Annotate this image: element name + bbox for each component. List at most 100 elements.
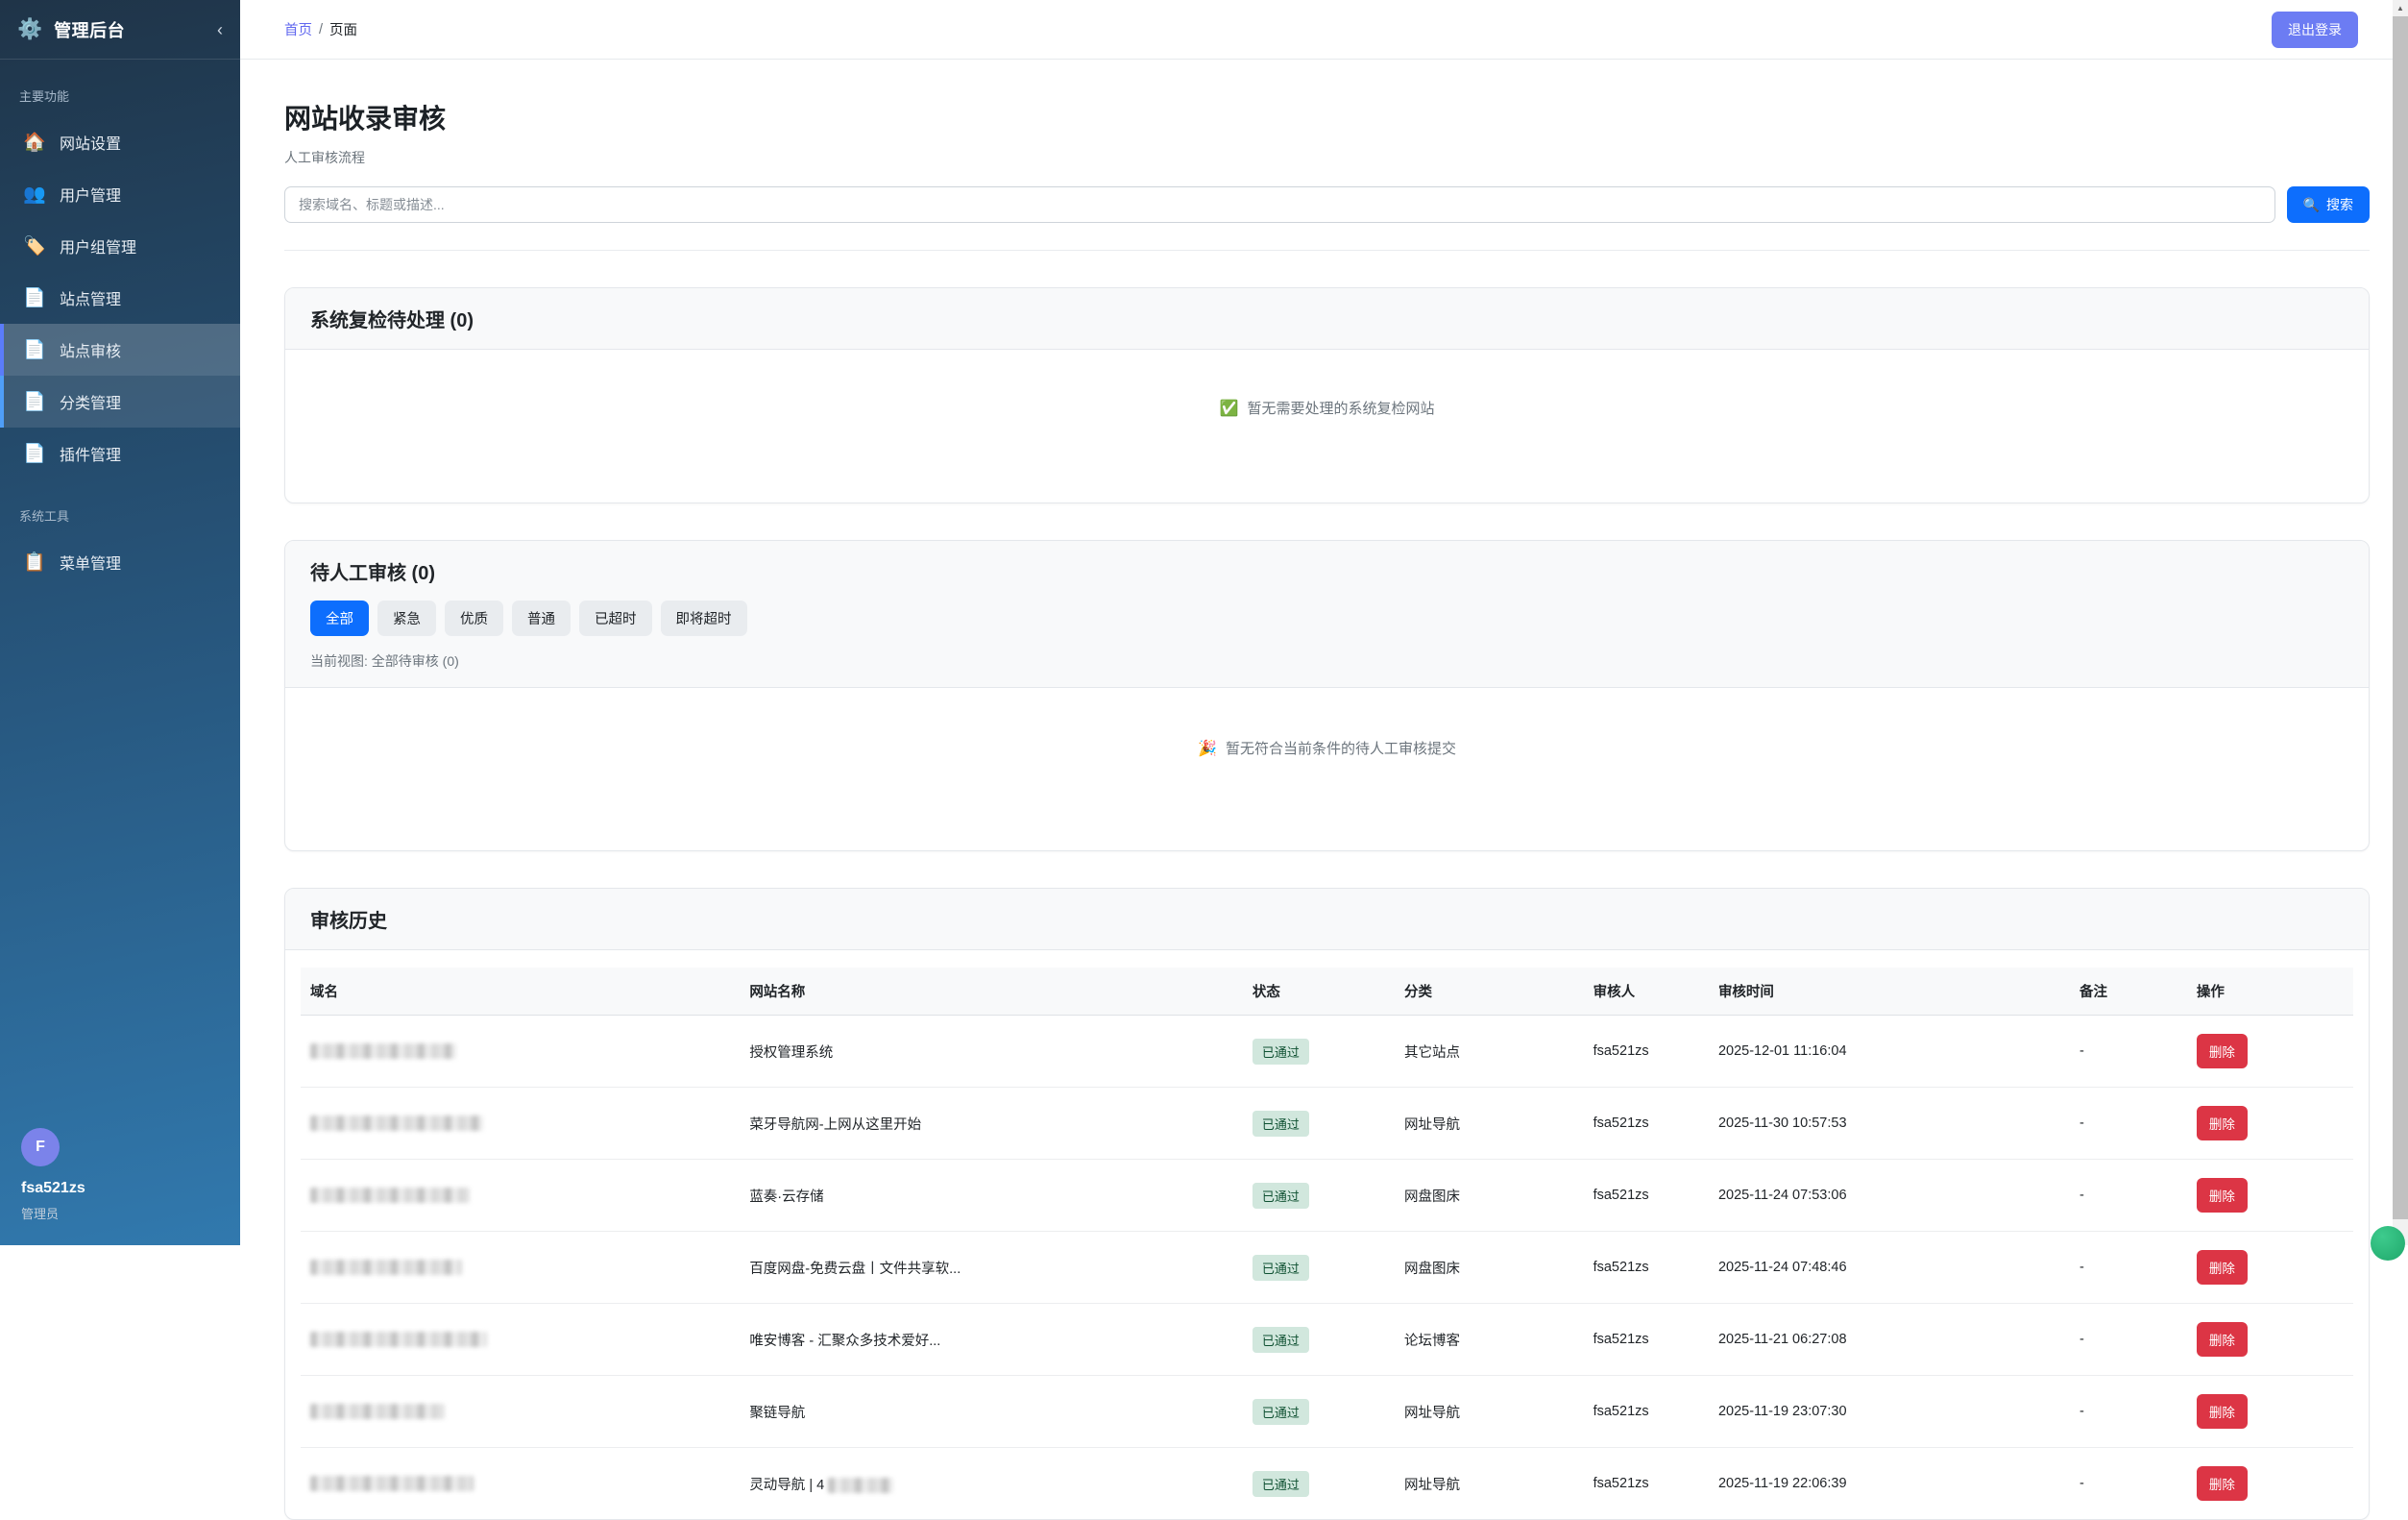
sidebar-item-网站设置[interactable]: 🏠网站设置 — [0, 116, 240, 168]
history-table-wrapper: 域名网站名称状态分类审核人审核时间备注操作 授权管理系统已通过其它站点fsa52… — [285, 950, 2369, 1519]
redacted-domain — [310, 1260, 462, 1275]
column-header-5: 审核时间 — [1709, 968, 2070, 1016]
cell-reviewer: fsa521zs — [1584, 1160, 1709, 1232]
recheck-card: 系统复检待处理 (0) ✅ 暂无需要处理的系统复检网站 — [284, 287, 2370, 503]
cell-status: 已通过 — [1243, 1376, 1395, 1448]
filter-chip-已超时[interactable]: 已超时 — [579, 601, 652, 636]
logout-button[interactable]: 退出登录 — [2272, 12, 2358, 48]
search-button-label: 搜索 — [2326, 195, 2353, 214]
page-title: 网站收录审核 — [284, 98, 2370, 136]
filter-chip-全部[interactable]: 全部 — [310, 601, 369, 636]
cell-reviewer: fsa521zs — [1584, 1232, 1709, 1304]
cell-note: - — [2070, 1088, 2187, 1160]
current-view-label: 当前视图: 全部待审核 (0) — [310, 651, 2344, 671]
table-row: 唯安博客 - 汇聚众多技术爱好...已通过论坛博客fsa521zs2025-11… — [301, 1304, 2353, 1376]
search-button[interactable]: 🔍 搜索 — [2287, 186, 2370, 223]
delete-button[interactable]: 删除 — [2197, 1394, 2248, 1429]
recheck-card-header: 系统复检待处理 (0) — [285, 288, 2369, 350]
column-header-0: 域名 — [301, 968, 740, 1016]
redacted-domain — [310, 1043, 456, 1059]
column-header-7: 操作 — [2187, 968, 2353, 1016]
cell-review-time: 2025-11-19 23:07:30 — [1709, 1376, 2070, 1448]
page-icon: 📄 — [23, 338, 46, 361]
cell-review-time: 2025-12-01 11:16:04 — [1709, 1016, 2070, 1088]
sidebar-item-菜单管理[interactable]: 📋菜单管理 — [0, 536, 240, 588]
history-card-header: 审核历史 — [285, 889, 2369, 950]
sidebar-item-label: 站点管理 — [60, 286, 121, 309]
topbar: 首页 / 页面 退出登录 — [240, 0, 2393, 60]
cell-reviewer: fsa521zs — [1584, 1088, 1709, 1160]
cell-domain — [301, 1376, 740, 1448]
delete-button[interactable]: 删除 — [2197, 1466, 2248, 1501]
cell-site-name: 授权管理系统 — [740, 1016, 1243, 1088]
scrollbar-thumb[interactable] — [2393, 16, 2408, 1219]
status-badge: 已通过 — [1253, 1255, 1309, 1281]
sidebar-collapse-icon[interactable]: ‹ — [217, 21, 223, 38]
cell-note: - — [2070, 1376, 2187, 1448]
sidebar-item-站点审核[interactable]: 📄 站点审核 — [0, 324, 240, 376]
delete-button[interactable]: 删除 — [2197, 1106, 2248, 1140]
status-badge: 已通过 — [1253, 1111, 1309, 1137]
table-header-row: 域名网站名称状态分类审核人审核时间备注操作 — [301, 968, 2353, 1016]
cell-reviewer: fsa521zs — [1584, 1376, 1709, 1448]
site-name: 授权管理系统 — [749, 1045, 833, 1061]
status-badge: 已通过 — [1253, 1471, 1309, 1497]
breadcrumb-current: 页面 — [329, 19, 357, 39]
status-badge: 已通过 — [1253, 1327, 1309, 1353]
redacted-domain — [310, 1332, 487, 1347]
gear-icon: ⚙️ — [17, 18, 42, 41]
sidebar-item-label: 插件管理 — [60, 442, 121, 465]
breadcrumb-home-link[interactable]: 首页 — [284, 19, 312, 39]
status-badge: 已通过 — [1253, 1399, 1309, 1425]
avatar[interactable]: F — [21, 1128, 60, 1166]
cell-status: 已通过 — [1243, 1232, 1395, 1304]
page-icon: 📄 — [23, 286, 46, 309]
pending-empty-state: 🎉 暂无符合当前条件的待人工审核提交 — [285, 738, 2369, 758]
sidebar-item-站点管理[interactable]: 📄 站点管理 — [0, 272, 240, 324]
redacted-text — [828, 1478, 893, 1493]
party-popper-icon: 🎉 — [1198, 739, 1217, 758]
redacted-domain — [310, 1115, 483, 1131]
filter-chip-优质[interactable]: 优质 — [445, 601, 503, 636]
cell-status: 已通过 — [1243, 1304, 1395, 1376]
pending-card-body: 🎉 暂无符合当前条件的待人工审核提交 — [285, 688, 2369, 850]
sidebar-item-用户管理[interactable]: 👥用户管理 — [0, 168, 240, 220]
sidebar-item-label: 菜单管理 — [60, 551, 121, 574]
delete-button[interactable]: 删除 — [2197, 1034, 2248, 1068]
table-row: 菜牙导航网-上网从这里开始已通过网址导航fsa521zs2025-11-30 1… — [301, 1088, 2353, 1160]
filter-chip-紧急[interactable]: 紧急 — [377, 601, 436, 636]
filter-chip-row: 全部紧急优质普通已超时即将超时 — [310, 601, 2344, 636]
scroll-up-icon[interactable]: ▲ — [2393, 0, 2408, 15]
cell-site-name: 蓝奏·云存储 — [740, 1160, 1243, 1232]
cell-site-name: 菜牙导航网-上网从这里开始 — [740, 1088, 1243, 1160]
cell-review-time: 2025-11-24 07:48:46 — [1709, 1232, 2070, 1304]
delete-button[interactable]: 删除 — [2197, 1322, 2248, 1357]
delete-button[interactable]: 删除 — [2197, 1250, 2248, 1285]
delete-button[interactable]: 删除 — [2197, 1178, 2248, 1213]
main-area: 首页 / 页面 退出登录 网站收录审核 人工审核流程 🔍 搜索 系统复检待处理 … — [240, 0, 2393, 1245]
search-input[interactable] — [284, 186, 2275, 223]
table-row: 聚链导航已通过网址导航fsa521zs2025-11-19 23:07:30-删… — [301, 1376, 2353, 1448]
cell-site-name: 聚链导航 — [740, 1376, 1243, 1448]
sidebar-item-用户组管理[interactable]: 🏷️用户组管理 — [0, 220, 240, 272]
sidebar-nav: 主要功能🏠网站设置👥用户管理🏷️用户组管理📄站点管理📄站点审核📄分类管理📄插件管… — [0, 60, 240, 588]
table-row: 蓝奏·云存储已通过网盘图床fsa521zs2025-11-24 07:53:06… — [301, 1160, 2353, 1232]
vertical-scrollbar[interactable]: ▲ ▼ — [2393, 0, 2408, 1245]
sidebar: ⚙️ 管理后台 ‹ 主要功能🏠网站设置👥用户管理🏷️用户组管理📄站点管理📄站点审… — [0, 0, 240, 1245]
sidebar-item-label: 站点审核 — [60, 338, 121, 361]
cell-reviewer: fsa521zs — [1584, 1016, 1709, 1088]
sidebar-spacer — [0, 588, 240, 1113]
cell-reviewer: fsa521zs — [1584, 1304, 1709, 1376]
cell-domain — [301, 1088, 740, 1160]
sidebar-item-分类管理[interactable]: 📄分类管理 — [0, 376, 240, 428]
cell-review-time: 2025-11-24 07:53:06 — [1709, 1160, 2070, 1232]
filter-chip-即将超时[interactable]: 即将超时 — [661, 601, 747, 636]
cell-status: 已通过 — [1243, 1448, 1395, 1520]
user-name: fsa521zs — [21, 1180, 219, 1197]
cell-site-name: 灵动导航 | 4 — [740, 1448, 1243, 1520]
sidebar-item-插件管理[interactable]: 📄插件管理 — [0, 428, 240, 479]
redacted-domain — [310, 1404, 445, 1419]
sidebar-user-panel: F fsa521zs 管理员 — [0, 1113, 240, 1245]
floating-action-button[interactable] — [2371, 1226, 2405, 1261]
filter-chip-普通[interactable]: 普通 — [512, 601, 571, 636]
